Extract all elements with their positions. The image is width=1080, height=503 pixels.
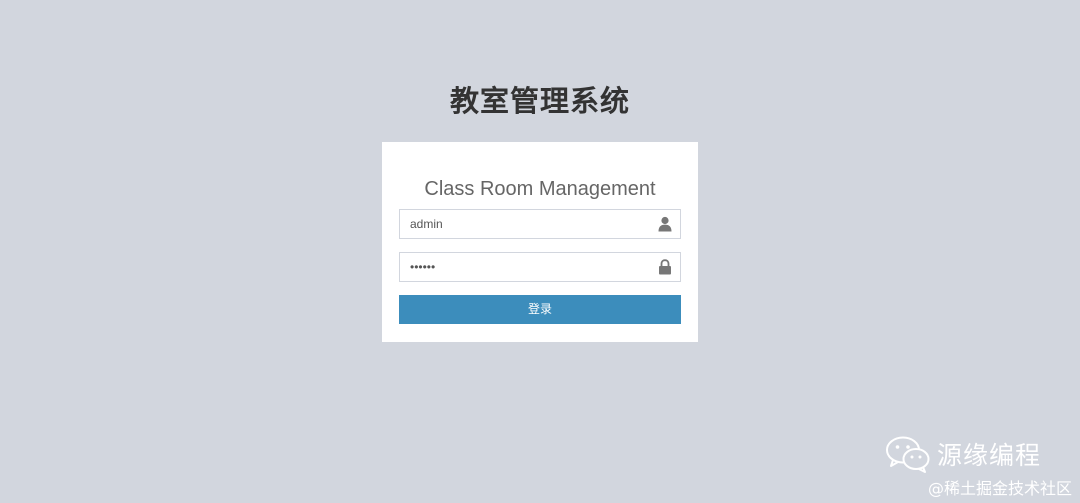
password-field[interactable] — [399, 252, 681, 282]
login-button[interactable]: 登录 — [399, 295, 681, 324]
password-input[interactable] — [400, 253, 650, 281]
user-icon — [658, 216, 672, 232]
login-box: Class Room Management 登录 — [382, 142, 698, 342]
username-field[interactable] — [399, 209, 681, 239]
watermark-brand-text: 源缘编程 — [937, 441, 1042, 470]
username-input[interactable] — [400, 210, 650, 238]
lock-icon — [658, 259, 672, 275]
login-box-heading: Class Room Management — [424, 178, 656, 200]
wechat-icon — [885, 435, 931, 473]
watermark-brand: 源缘编程 — [885, 434, 1041, 474]
watermark-site: @稀土掘金技术社区 — [927, 479, 1072, 498]
page-title: 教室管理系统 — [449, 84, 630, 118]
